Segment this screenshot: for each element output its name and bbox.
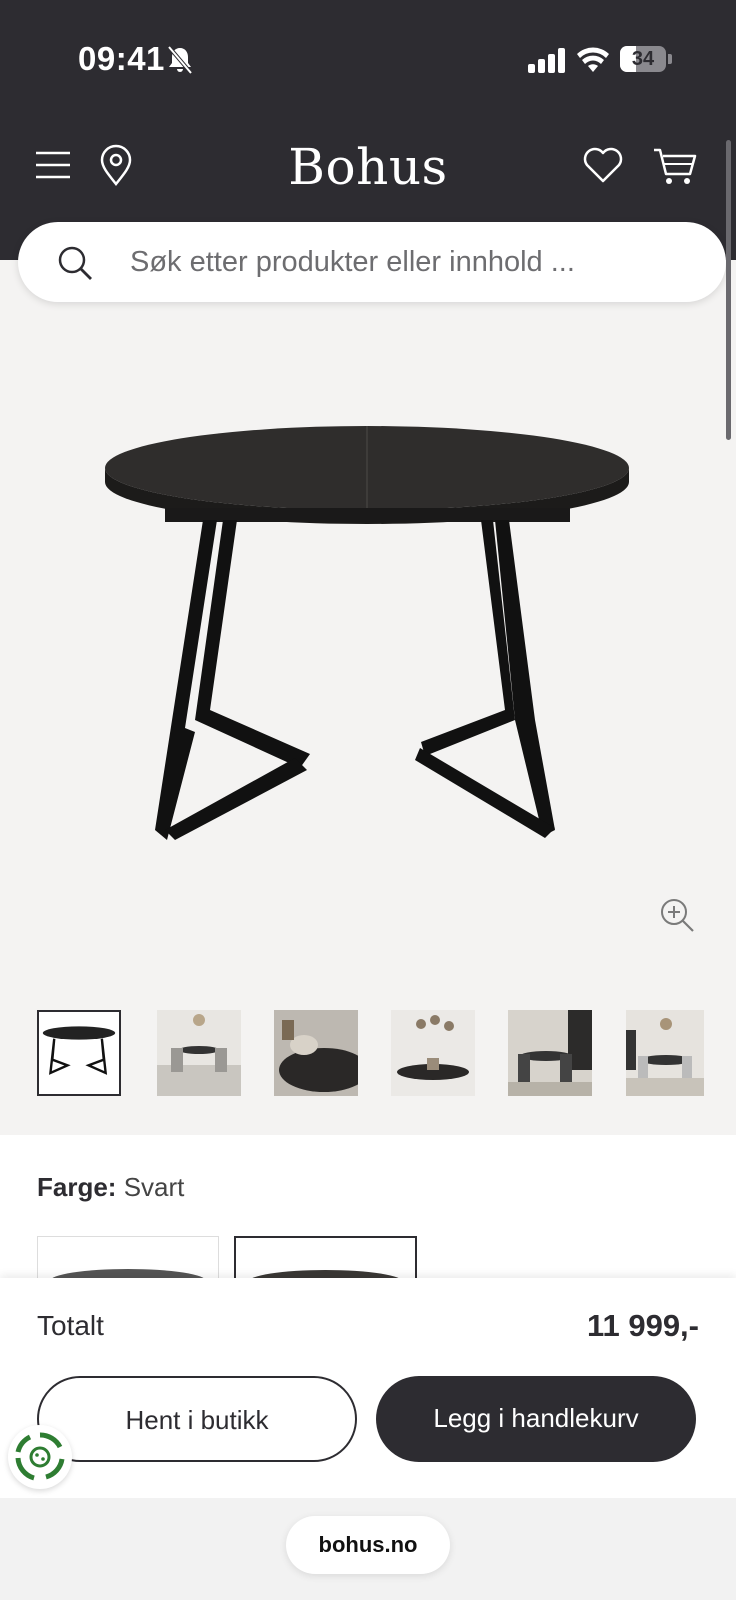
cart-icon[interactable]: [652, 146, 698, 186]
product-image-round-table: [105, 426, 629, 840]
color-value: Svart: [123, 1172, 185, 1202]
thumbnail-strip: [0, 1010, 736, 1100]
pickup-in-store-button[interactable]: Hent i butikk: [37, 1376, 357, 1462]
bell-off-icon: [167, 45, 193, 75]
search-icon[interactable]: [56, 244, 94, 282]
search-input[interactable]: Søk etter produkter eller innhold ...: [130, 222, 575, 302]
thumbnail-3[interactable]: [274, 1010, 358, 1096]
color-selection: Farge: Svart: [37, 1172, 184, 1203]
status-bar: 09:41 34: [0, 0, 736, 120]
bohus-logo[interactable]: Bohus: [0, 138, 736, 196]
thumbnail-4[interactable]: [391, 1010, 475, 1096]
battery-percent: 34: [631, 48, 655, 70]
zoom-in-icon[interactable]: [658, 896, 696, 934]
add-to-cart-button[interactable]: Legg i handlekurv: [376, 1376, 696, 1462]
total-label: Totalt: [37, 1310, 104, 1341]
wifi-icon: [577, 47, 609, 72]
page-scrollbar[interactable]: [726, 140, 731, 440]
cookie-settings-icon[interactable]: [8, 1425, 72, 1489]
heart-icon[interactable]: [582, 146, 624, 184]
thumbnail-6[interactable]: [626, 1010, 704, 1096]
url-pill[interactable]: bohus.no: [286, 1516, 450, 1574]
search-bar[interactable]: Søk etter produkter eller innhold ...: [18, 222, 726, 302]
signal-icon: [528, 48, 565, 73]
color-label: Farge:: [37, 1172, 117, 1202]
thumbnail-1[interactable]: [37, 1010, 121, 1096]
thumbnail-5[interactable]: [508, 1010, 592, 1096]
battery-indicator: 34: [620, 46, 672, 74]
clock: 09:41: [78, 40, 165, 77]
thumbnail-2[interactable]: [157, 1010, 241, 1096]
product-image-gallery[interactable]: [0, 260, 736, 1135]
total-price: 11 999,-: [586, 1308, 699, 1343]
